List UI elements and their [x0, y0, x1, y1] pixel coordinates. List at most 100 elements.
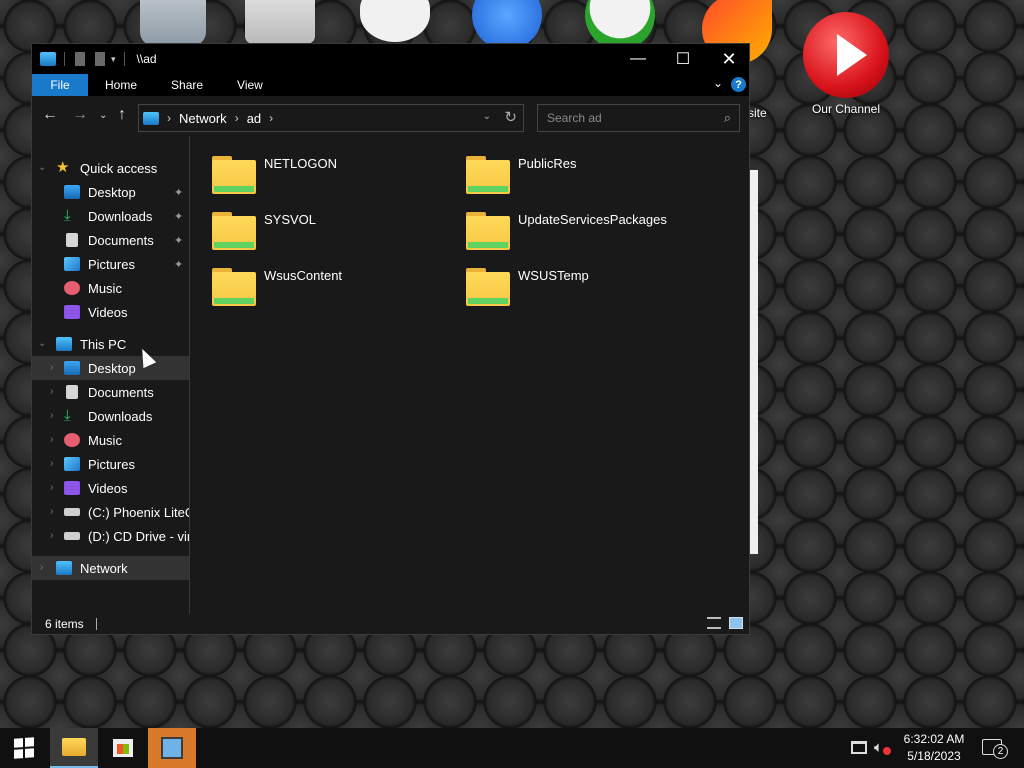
expand-chevron-icon[interactable]: ›: [50, 458, 53, 469]
expand-chevron-icon[interactable]: ›: [50, 434, 53, 445]
recycle-bin-icon: [140, 0, 206, 46]
folder-item[interactable]: SYSVOL: [212, 210, 452, 258]
nav-label: Music: [88, 432, 122, 448]
expand-chevron-icon[interactable]: ›: [50, 410, 53, 421]
ribbon-tabs: File Home Share View ⌄ ?: [32, 74, 749, 96]
nav-quick-access[interactable]: ★ Quick access: [32, 156, 189, 180]
nav-quick-desktop[interactable]: Desktop ✦: [32, 180, 189, 204]
folder-item[interactable]: WsusContent: [212, 266, 452, 314]
status-bar: 6 items: [32, 614, 749, 634]
tab-share[interactable]: Share: [154, 74, 220, 96]
title-bar[interactable]: ▾ \\ad — ☐ ✕: [32, 44, 749, 74]
nav-pc-documents[interactable]: › Documents: [32, 380, 189, 404]
expand-chevron-icon[interactable]: ›: [50, 386, 53, 397]
store-icon: [113, 739, 133, 757]
nav-label: Network: [80, 560, 128, 576]
clock-date: 5/18/2023: [907, 749, 961, 763]
expand-chevron-icon[interactable]: ›: [50, 362, 53, 373]
navigation-pane: ⌄ ★ Quick access Desktop ✦ ⤓ Downloads ✦…: [32, 136, 189, 614]
tab-file[interactable]: File: [32, 74, 88, 96]
large-icons-view-icon[interactable]: [729, 617, 743, 629]
folder-item[interactable]: NETLOGON: [212, 154, 452, 202]
nav-quick-downloads[interactable]: ⤓ Downloads ✦: [32, 204, 189, 228]
expand-ribbon-icon[interactable]: ⌄: [713, 76, 723, 90]
expand-chevron-icon[interactable]: ›: [40, 562, 43, 573]
folder-name: PublicRes: [518, 156, 577, 171]
recycle-bin-desktop-icon[interactable]: [128, 0, 218, 46]
our-channel-desktop-icon[interactable]: Our Channel: [801, 12, 891, 116]
taskbar-tool[interactable]: [148, 728, 196, 768]
tab-home[interactable]: Home: [88, 74, 154, 96]
nav-quick-music[interactable]: Music: [32, 276, 189, 300]
clock-time: 6:32:02 AM: [903, 732, 965, 746]
nav-quick-videos[interactable]: Videos: [32, 300, 189, 324]
website-label: site: [748, 106, 767, 120]
folder-item[interactable]: WSUSTemp: [466, 266, 706, 314]
pin-icon[interactable]: ✦: [174, 186, 183, 199]
folder-item[interactable]: UpdateServicesPackages: [466, 210, 706, 258]
pin-icon[interactable]: ✦: [174, 258, 183, 271]
breadcrumb-ad[interactable]: ad: [247, 111, 261, 126]
star-icon: ★: [56, 159, 70, 176]
pin-icon[interactable]: ✦: [174, 234, 183, 247]
nav-pc-pictures[interactable]: › Pictures: [32, 452, 189, 476]
mute-badge-icon: [883, 747, 891, 755]
properties-icon[interactable]: [75, 52, 85, 66]
gamepad-desktop-icon[interactable]: [350, 0, 440, 42]
taskbar-file-explorer[interactable]: [50, 728, 98, 768]
cd-drive-icon: [64, 532, 80, 540]
nav-quick-pictures[interactable]: Pictures ✦: [32, 252, 189, 276]
breadcrumb-network[interactable]: Network: [179, 111, 227, 126]
help-icon[interactable]: ?: [731, 77, 746, 92]
volume-icon[interactable]: 🔈︎: [874, 739, 883, 756]
pictures-icon: [64, 457, 80, 471]
taskbar-store[interactable]: [99, 728, 147, 768]
close-button[interactable]: ✕: [706, 44, 752, 74]
new-folder-icon[interactable]: [95, 52, 105, 66]
up-button[interactable]: ↑: [118, 106, 126, 124]
expand-chevron-icon[interactable]: ›: [50, 482, 53, 493]
details-view-icon[interactable]: [707, 617, 721, 629]
nav-pc-c-drive[interactable]: › (C:) Phoenix LiteO: [32, 500, 189, 524]
nav-pc-downloads[interactable]: › ⤓ Downloads: [32, 404, 189, 428]
file-explorer-icon: [62, 738, 86, 756]
breadcrumb-separator[interactable]: ›: [235, 111, 239, 125]
nav-label: Desktop: [88, 360, 136, 376]
folder-item[interactable]: PublicRes: [466, 154, 706, 202]
forward-button[interactable]: →: [72, 106, 88, 124]
breadcrumb-separator[interactable]: ›: [269, 111, 273, 125]
start-button[interactable]: [0, 728, 48, 768]
back-button[interactable]: ←: [42, 106, 58, 124]
customize-toolbar-icon[interactable]: ▾: [111, 54, 116, 65]
minimize-button[interactable]: —: [615, 44, 661, 74]
network-tray-icon[interactable]: [851, 741, 867, 754]
nav-this-pc[interactable]: This PC: [32, 332, 189, 356]
nav-pc-d-drive[interactable]: › (D:) CD Drive - virt: [32, 524, 189, 548]
nav-quick-documents[interactable]: Documents ✦: [32, 228, 189, 252]
recent-locations-button[interactable]: ⌄: [99, 110, 107, 121]
nav-network[interactable]: › Network: [32, 556, 189, 580]
folder-icon: [466, 154, 510, 194]
nav-pc-music[interactable]: › Music: [32, 428, 189, 452]
expand-chevron-icon[interactable]: ›: [50, 530, 53, 541]
address-dropdown-icon[interactable]: ⌄: [483, 111, 491, 122]
breadcrumb-separator[interactable]: ›: [167, 111, 171, 125]
clock[interactable]: 6:32:02 AM 5/18/2023: [896, 731, 972, 765]
refresh-button[interactable]: ↻: [504, 108, 517, 126]
nav-pc-videos[interactable]: › Videos: [32, 476, 189, 500]
pin-icon[interactable]: ✦: [174, 210, 183, 223]
folder-desktop-icon[interactable]: [235, 0, 325, 44]
maximize-button[interactable]: ☐: [660, 44, 706, 74]
tab-view[interactable]: View: [220, 74, 280, 96]
search-input[interactable]: [547, 111, 707, 125]
folder-name: WSUSTemp: [518, 268, 589, 283]
search-icon[interactable]: ⌕: [724, 110, 731, 126]
nav-pc-desktop[interactable]: › Desktop: [32, 356, 189, 380]
folder-icon: [245, 0, 315, 44]
gamepad-icon: [360, 0, 430, 42]
nav-label: Quick access: [80, 160, 158, 176]
nav-label: (D:) CD Drive - virt: [88, 528, 189, 544]
search-box[interactable]: ⌕: [537, 104, 740, 132]
expand-chevron-icon[interactable]: ›: [50, 506, 53, 517]
address-bar[interactable]: › Network › ad › ⌄ ↻: [138, 104, 524, 132]
